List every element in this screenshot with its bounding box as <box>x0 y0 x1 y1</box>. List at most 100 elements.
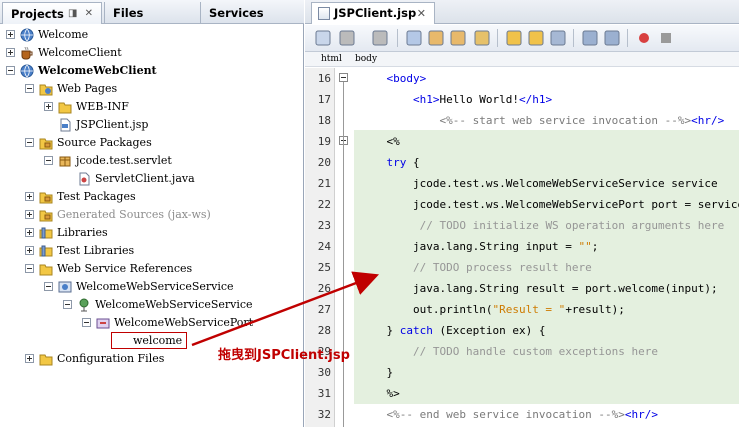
shift-right-icon[interactable] <box>603 29 621 47</box>
line-number: 19 <box>317 135 331 148</box>
history-forward-icon[interactable] <box>371 29 389 47</box>
code-token: ; <box>591 240 599 253</box>
line-number: 23 <box>317 219 331 232</box>
line-number: 32 <box>317 408 331 421</box>
tree-node[interactable]: Test Libraries <box>0 242 303 260</box>
tree-node[interactable]: Libraries <box>0 224 303 242</box>
tree-node-label: WelcomeWebServiceService <box>76 280 234 293</box>
find-icon[interactable] <box>405 29 423 47</box>
tree-node[interactable]: WelcomeWebServicePort <box>0 314 303 332</box>
tree-node[interactable]: WelcomeClient <box>0 44 303 62</box>
code-token: java.lang.String result = port.welcome(i… <box>360 282 718 295</box>
history-back-icon[interactable] <box>338 29 356 47</box>
tree-node[interactable]: jcode.test.servlet <box>0 152 303 170</box>
line-number: 17 <box>317 93 331 106</box>
breadcrumb-html[interactable]: html <box>321 52 342 67</box>
tree-node[interactable]: WelcomeWebServiceService <box>0 296 303 314</box>
tree-node-label: jcode.test.servlet <box>76 154 172 167</box>
expand-icon[interactable] <box>25 210 34 219</box>
web-service-icon <box>58 280 72 294</box>
tree-node[interactable]: JSPClient.jsp <box>0 116 303 134</box>
tree-node-label: Test Libraries <box>57 244 135 257</box>
tab-services-label: Services <box>209 6 264 20</box>
collapse-icon[interactable] <box>44 156 53 165</box>
code-token: jcode.test.ws.WelcomeWebServicePort port… <box>360 198 739 211</box>
expand-icon[interactable] <box>6 48 15 57</box>
tree-node[interactable]: Welcome <box>0 26 303 44</box>
code-token: "Result = " <box>492 303 566 316</box>
expand-icon[interactable] <box>25 246 34 255</box>
record-macro-icon[interactable] <box>635 29 653 47</box>
editor-tab-bar: JSPClient.jsp ✕ <box>305 0 739 24</box>
code-token: // TODO handle custom exceptions here <box>412 345 659 358</box>
next-bookmark-icon[interactable] <box>527 29 545 47</box>
fold-guide <box>343 82 344 427</box>
shift-left-icon[interactable] <box>581 29 599 47</box>
code-token: <% <box>386 135 400 148</box>
toggle-highlight-icon[interactable] <box>473 29 491 47</box>
tree-node-label: WelcomeWebServicePort <box>114 316 254 329</box>
tree-node[interactable]: WelcomeWebServiceService <box>0 278 303 296</box>
expand-icon[interactable] <box>25 354 34 363</box>
code-token: (Exception ex) { <box>432 324 546 337</box>
expand-icon[interactable] <box>6 30 15 39</box>
tree-node[interactable]: WelcomeWebClient <box>0 62 303 80</box>
find-prev-icon[interactable] <box>427 29 445 47</box>
code-token: </h1> <box>518 93 553 106</box>
line-number: 30 <box>317 366 331 379</box>
code-token: <%-- start web service invocation --%> <box>439 114 692 127</box>
close-tab-icon[interactable]: ✕ <box>417 3 426 24</box>
code-token: <hr/> <box>691 114 725 127</box>
line-number: 20 <box>317 156 331 169</box>
collapse-icon[interactable] <box>6 66 15 75</box>
tree-node[interactable]: ServletClient.java <box>0 170 303 188</box>
line-number: 28 <box>317 324 331 337</box>
collapse-icon[interactable] <box>25 138 34 147</box>
library-icon <box>39 226 53 240</box>
find-next-icon[interactable] <box>449 29 467 47</box>
tab-projects-label: Projects <box>11 7 64 21</box>
tab-services[interactable]: Services <box>200 2 304 24</box>
code-token: // TODO initialize WS operation argument… <box>419 219 725 232</box>
collapse-icon[interactable] <box>25 84 34 93</box>
code-token: <hr/> <box>624 408 659 421</box>
tree-node[interactable]: Web Pages <box>0 80 303 98</box>
tree-node[interactable]: Source Packages <box>0 134 303 152</box>
stop-macro-icon[interactable] <box>657 29 675 47</box>
code-token: } <box>360 366 394 379</box>
fold-toggle-icon[interactable] <box>339 73 348 82</box>
tab-projects[interactable]: Projects ◨ ✕ <box>2 2 102 24</box>
ide-window: Projects ◨ ✕ Files Services Welcome Welco… <box>0 0 739 427</box>
expand-icon[interactable] <box>44 102 53 111</box>
line-number: 25 <box>317 261 331 274</box>
code-editor[interactable]: <body> <h1>Hello World!</h1> <%-- start … <box>354 68 739 427</box>
globe-icon <box>20 28 34 42</box>
code-line: %> <box>360 383 399 404</box>
line-number: 24 <box>317 240 331 253</box>
collapse-icon[interactable] <box>82 318 91 327</box>
tree-node[interactable]: WEB-INF <box>0 98 303 116</box>
code-token: Hello World! <box>439 93 519 106</box>
collapse-icon[interactable] <box>25 264 34 273</box>
tree-node-label: Configuration Files <box>57 352 165 365</box>
coffee-cup-icon <box>20 46 34 60</box>
prev-bookmark-icon[interactable] <box>505 29 523 47</box>
code-token: java.lang.String input = <box>360 240 579 253</box>
expand-icon[interactable] <box>25 228 34 237</box>
tree-node[interactable]: Web Service References <box>0 260 303 278</box>
tab-files[interactable]: Files <box>104 2 200 24</box>
back-icon[interactable] <box>314 29 332 47</box>
code-line: <% <box>360 131 400 152</box>
code-line: } catch (Exception ex) { <box>360 320 545 341</box>
editor-panel: JSPClient.jsp ✕ html body 16 17 18 19 20 21 22… <box>305 0 739 427</box>
minimize-close-icons[interactable]: ◨ ✕ <box>68 3 95 25</box>
editor-tab-jspclient[interactable]: JSPClient.jsp ✕ <box>311 2 435 24</box>
tree-node[interactable]: Test Packages <box>0 188 303 206</box>
breadcrumb-body[interactable]: body <box>355 52 377 67</box>
collapse-icon[interactable] <box>63 300 72 309</box>
toggle-bookmark-icon[interactable] <box>549 29 567 47</box>
collapse-icon[interactable] <box>44 282 53 291</box>
tree-node[interactable]: Generated Sources (jax-ws) <box>0 206 303 224</box>
expand-icon[interactable] <box>25 192 34 201</box>
